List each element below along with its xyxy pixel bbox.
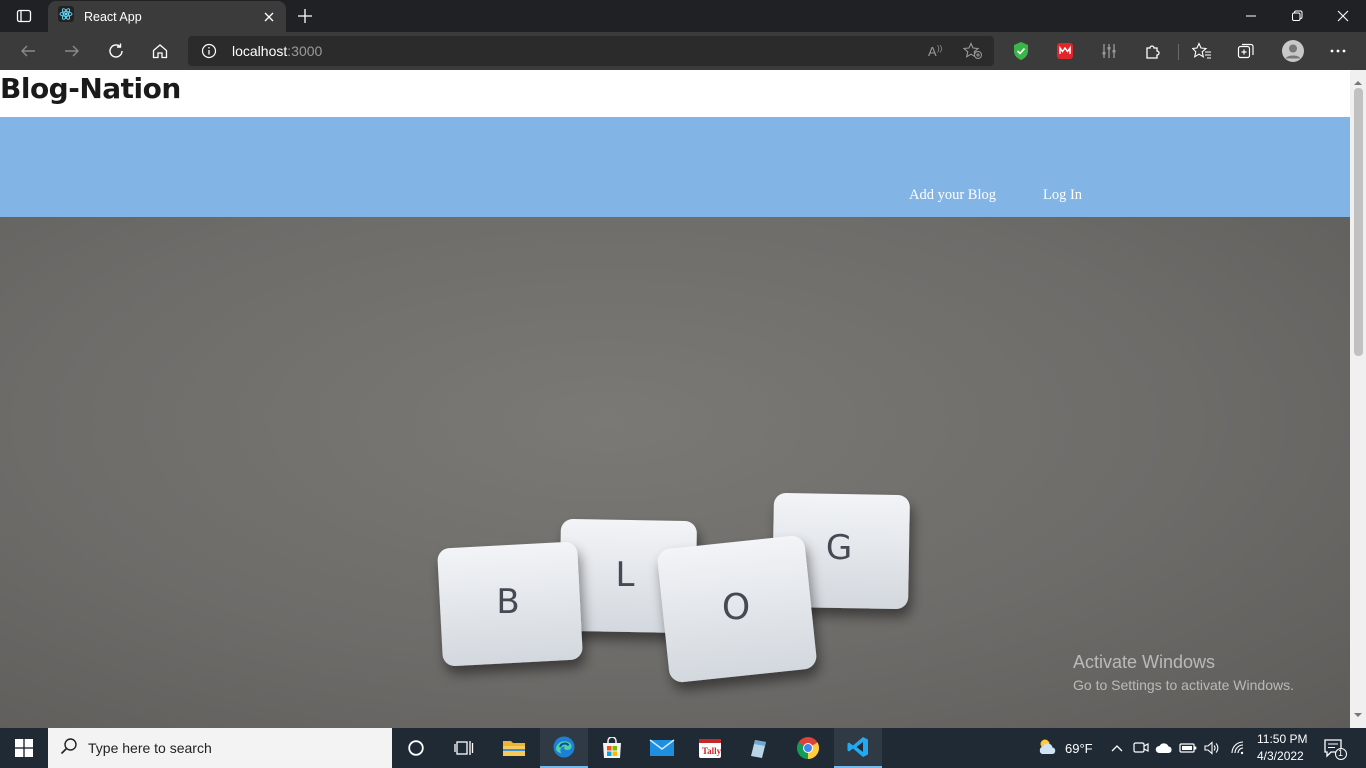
notification-center-icon[interactable]: [1323, 738, 1347, 760]
tab-actions-icon[interactable]: [10, 6, 38, 26]
restore-icon[interactable]: [1274, 0, 1320, 32]
mail-icon[interactable]: [638, 728, 686, 768]
site-info-icon[interactable]: [200, 42, 218, 60]
home-icon[interactable]: [145, 36, 175, 66]
site-title: Blog-Nation: [0, 72, 181, 105]
read-aloud-icon[interactable]: A)): [927, 41, 947, 61]
new-tab-icon[interactable]: [292, 4, 318, 28]
nav-add-blog-link[interactable]: Add your Blog: [909, 187, 996, 204]
notes-app-icon[interactable]: [734, 728, 782, 768]
activate-windows-subtitle: Go to Settings to activate Windows.: [1073, 677, 1294, 693]
react-logo-icon: [58, 6, 74, 27]
scroll-down-arrow-icon[interactable]: [1353, 706, 1363, 724]
refresh-icon[interactable]: [101, 36, 131, 66]
url-host: localhost: [232, 43, 288, 59]
onedrive-cloud-icon[interactable]: [1155, 740, 1173, 756]
address-bar[interactable]: localhost:3000 A)): [188, 36, 994, 66]
browser-tab[interactable]: React App: [48, 1, 286, 32]
favorites-icon[interactable]: [1190, 40, 1214, 62]
page-scrollbar[interactable]: [1350, 70, 1366, 728]
settings-more-icon[interactable]: [1326, 40, 1350, 62]
chevron-up-icon[interactable]: [1108, 740, 1126, 756]
url-text[interactable]: localhost:3000: [232, 43, 322, 59]
equalizer-extension-icon[interactable]: [1097, 40, 1121, 62]
tile-b: B: [437, 542, 583, 666]
navbar: Add your Blog Log In: [0, 117, 1350, 217]
add-favorite-icon[interactable]: [963, 41, 983, 61]
wifi-icon[interactable]: [1229, 740, 1247, 756]
collections-icon[interactable]: [1234, 40, 1258, 62]
svg-text:L: L: [616, 555, 635, 595]
notification-count: 1: [1338, 748, 1344, 758]
search-icon: [60, 737, 78, 760]
url-port: :3000: [287, 43, 323, 59]
browser-tab-bar: React App: [0, 0, 1366, 32]
windows-taskbar: Type here to search Tally 69°F 11:50 PM …: [0, 728, 1366, 768]
forward-arrow-icon[interactable]: [57, 36, 87, 66]
scroll-thumb[interactable]: [1354, 88, 1363, 356]
toolbar-separator: [1178, 44, 1179, 60]
shield-extension-icon[interactable]: [1009, 40, 1033, 62]
volume-icon[interactable]: [1203, 740, 1221, 756]
tile-o: O: [657, 535, 817, 683]
svg-text:)): )): [937, 44, 943, 53]
tally-app-icon[interactable]: Tally: [686, 728, 734, 768]
weather-temperature[interactable]: 69°F: [1065, 741, 1093, 756]
task-view-icon[interactable]: [440, 728, 488, 768]
meet-now-icon[interactable]: [1132, 740, 1150, 756]
chrome-icon[interactable]: [784, 728, 832, 768]
edge-browser-icon[interactable]: [540, 728, 588, 768]
clock-date[interactable]: 4/3/2022: [1257, 749, 1304, 763]
tab-title: React App: [84, 9, 142, 24]
tab-close-icon[interactable]: [258, 6, 280, 28]
svg-text:G: G: [826, 528, 852, 568]
vscode-icon[interactable]: [834, 728, 882, 768]
minimize-icon[interactable]: [1228, 0, 1274, 32]
file-explorer-icon[interactable]: [490, 728, 538, 768]
page-viewport: Blog-Nation Add your Blog Log In L G B O…: [0, 70, 1350, 728]
taskbar-search-box[interactable]: Type here to search: [48, 728, 392, 768]
cortana-icon[interactable]: [392, 728, 440, 768]
weather-icon[interactable]: [1036, 737, 1058, 757]
svg-text:O: O: [722, 587, 750, 628]
activate-windows-title: Activate Windows: [1073, 652, 1216, 672]
svg-text:B: B: [496, 582, 519, 622]
svg-text:A: A: [928, 44, 937, 59]
windows-start-icon[interactable]: [0, 728, 48, 768]
nav-login-link[interactable]: Log In: [1043, 187, 1082, 204]
close-window-icon[interactable]: [1320, 0, 1366, 32]
svg-text:Tally: Tally: [702, 746, 722, 756]
red-extension-icon[interactable]: [1053, 40, 1077, 62]
battery-icon[interactable]: [1179, 740, 1197, 756]
microsoft-store-icon[interactable]: [588, 728, 636, 768]
search-placeholder: Type here to search: [88, 740, 212, 756]
back-arrow-icon[interactable]: [13, 36, 43, 66]
browser-toolbar: localhost:3000 A)): [0, 32, 1366, 70]
profile-avatar-icon[interactable]: [1280, 38, 1306, 64]
extensions-puzzle-icon[interactable]: [1141, 40, 1165, 62]
clock-time[interactable]: 11:50 PM: [1257, 732, 1307, 746]
